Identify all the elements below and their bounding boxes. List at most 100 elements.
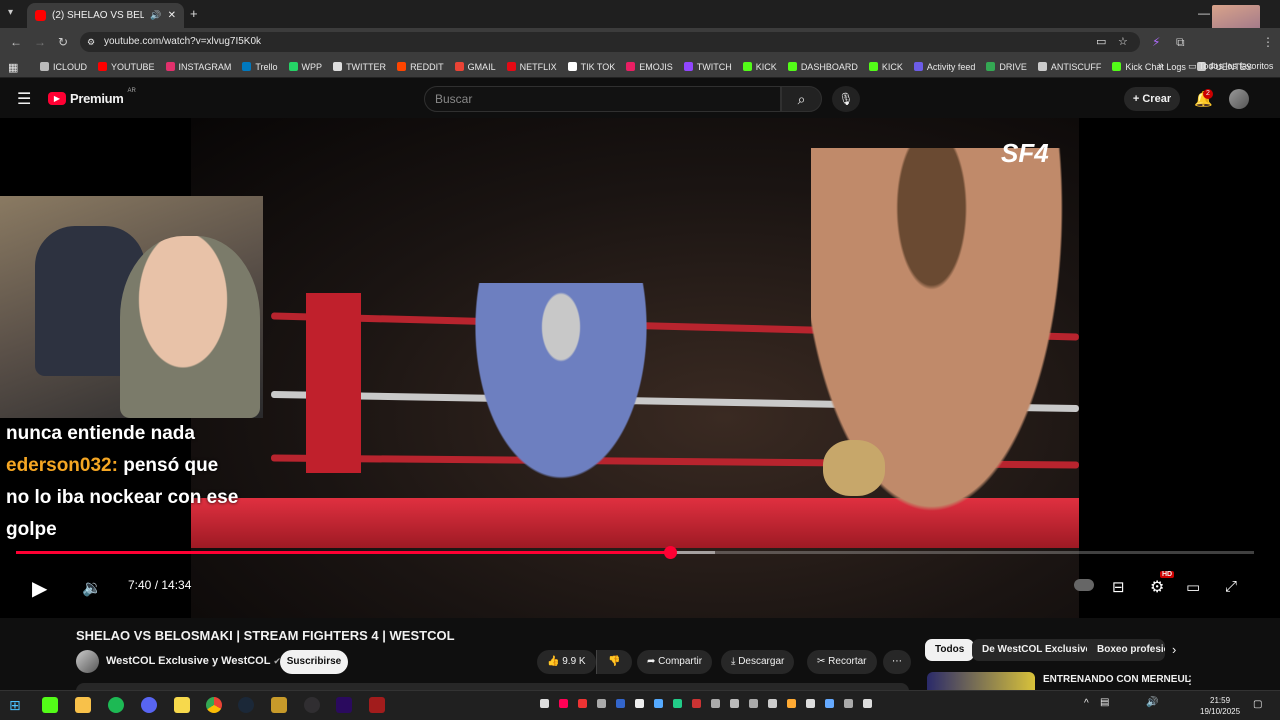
play-icon[interactable]: ▶	[32, 576, 47, 601]
voice-search-button[interactable]: 🎙	[832, 86, 860, 112]
channel-name[interactable]: WestCOL Exclusive y WestCOL ✔	[106, 655, 281, 667]
tray-app-icon[interactable]	[749, 699, 758, 708]
install-icon[interactable]: ▭	[1096, 32, 1106, 52]
tray-app-icon[interactable]	[768, 699, 777, 708]
taskbar-clock[interactable]: 21:59 19/10/2025	[1200, 695, 1240, 717]
progress-bar[interactable]	[16, 551, 1254, 554]
tray-app-icon[interactable]	[578, 699, 587, 708]
video-player[interactable]: SF4 nunca entiende nada ederson032: pensó…	[0, 118, 1280, 618]
tray-app-icon[interactable]	[806, 699, 815, 708]
tray-app-icon[interactable]	[597, 699, 606, 708]
theater-mode-icon[interactable]: ▭	[1186, 578, 1200, 596]
chrome-icon[interactable]	[206, 697, 222, 713]
tray-app-icon[interactable]	[616, 699, 625, 708]
tray-app-icon[interactable]	[787, 699, 796, 708]
bookmark-item[interactable]: YOUTUBE	[98, 62, 155, 72]
minimize-icon[interactable]: —	[1198, 6, 1210, 20]
file-explorer-icon[interactable]	[75, 697, 91, 713]
search-input[interactable]: Buscar	[424, 86, 781, 112]
download-button[interactable]: ⤓ Descargar	[721, 650, 795, 674]
bookmark-item[interactable]: GMAIL	[454, 62, 496, 72]
tray-app-icon[interactable]	[711, 699, 720, 708]
bookmarks-overflow-icon[interactable]: »	[1158, 60, 1164, 71]
tray-app-icon[interactable]	[673, 699, 682, 708]
search-button[interactable]: ⌕	[781, 86, 822, 112]
bookmark-item[interactable]: TWITCH	[683, 62, 732, 72]
bookmark-item[interactable]: INSTAGRAM	[165, 62, 231, 72]
tab-close-icon[interactable]: ✕	[168, 10, 176, 21]
chips-next-icon[interactable]: ›	[1172, 642, 1176, 657]
fullscreen-icon[interactable]: ⤢	[1225, 578, 1237, 595]
tray-overflow-icon[interactable]: ^	[1084, 698, 1089, 709]
tray-app-icon[interactable]	[825, 699, 834, 708]
obs-icon[interactable]	[304, 697, 320, 713]
steam-icon[interactable]	[238, 697, 254, 713]
all-bookmarks-button[interactable]: ▭ Todos los favoritos	[1188, 61, 1273, 72]
discord-icon[interactable]	[141, 697, 157, 713]
extensions-puzzle-icon[interactable]: ⧉	[1176, 35, 1185, 50]
youtube-logo[interactable]: ▶ Premium AR	[48, 88, 136, 106]
tab-search-icon[interactable]: ▾	[8, 7, 13, 18]
bookmark-item[interactable]: REDDIT	[397, 62, 444, 72]
app-icon[interactable]	[271, 697, 287, 713]
hamburger-menu-icon[interactable]: ☰	[17, 89, 31, 109]
dislike-button[interactable]: 👎	[596, 650, 632, 674]
reload-icon[interactable]: ↻	[58, 35, 68, 49]
bookmark-item[interactable]: NETFLIX	[506, 62, 557, 72]
address-bar[interactable]: ⚙ youtube.com/watch?v=xlvug7I5K0k ▭ ☆	[80, 32, 1140, 52]
tray-app-icon[interactable]	[692, 699, 701, 708]
premiere-icon[interactable]	[336, 697, 352, 713]
share-button[interactable]: ➦ Compartir	[637, 650, 713, 674]
chip-de-westcol[interactable]: De WestCOL Exclusive	[972, 639, 1102, 661]
bookmark-item[interactable]: EMOJIS	[626, 62, 673, 72]
more-actions-button[interactable]: ⋯	[883, 650, 911, 674]
tray-app-icon[interactable]	[540, 699, 549, 708]
apps-grid-icon[interactable]: ▦	[8, 61, 18, 74]
bookmark-item[interactable]: DASHBOARD	[787, 62, 858, 72]
bookmark-item[interactable]: Activity feed	[913, 62, 975, 72]
tray-app-icon[interactable]	[844, 699, 853, 708]
like-button[interactable]: 👍 9.9 K	[537, 650, 596, 674]
notification-center-icon[interactable]: ▢	[1253, 699, 1262, 710]
bookmark-item[interactable]: ICLOUD	[40, 62, 87, 72]
sidebar-video-title[interactable]: ENTRENANDO CON MERNEUL	[1043, 674, 1191, 685]
bookmark-item[interactable]: TWITTER	[333, 62, 386, 72]
tab-audio-icon[interactable]: 🔊	[150, 10, 161, 21]
kick-app-icon[interactable]	[42, 697, 58, 713]
subscribe-button[interactable]: Suscribirse	[280, 650, 348, 674]
progress-scrubber[interactable]	[663, 546, 677, 559]
bookmark-star-icon[interactable]: ☆	[1118, 32, 1128, 52]
chip-todos[interactable]: Todos	[925, 639, 975, 661]
menu-dots-icon[interactable]: ⋮	[1262, 35, 1274, 49]
bookmark-item[interactable]: Trello	[242, 62, 278, 72]
bookmark-item[interactable]: Kick Chat Logs	[1112, 62, 1186, 72]
tray-app-icon[interactable]	[654, 699, 663, 708]
create-button[interactable]: + Crear	[1124, 87, 1180, 111]
bookmark-item[interactable]: KICK	[868, 62, 903, 72]
new-tab-icon[interactable]: +	[190, 6, 198, 21]
clip-button[interactable]: ✂ Recortar	[807, 650, 877, 674]
sidebar-more-icon[interactable]: ⋮	[1184, 673, 1196, 687]
forward-icon[interactable]: →	[34, 35, 46, 49]
bookmark-item[interactable]: TIK TOK	[567, 62, 615, 72]
sidebar-thumbnail[interactable]	[927, 672, 1035, 690]
bookmark-item[interactable]: KICK	[742, 62, 777, 72]
tray-app-icon[interactable]	[863, 699, 872, 708]
bookmark-item[interactable]: DRIVE	[986, 62, 1027, 72]
extension-icon[interactable]: ⚡	[1152, 35, 1160, 49]
subtitles-icon[interactable]: ⊟	[1112, 578, 1125, 596]
tray-app-icon[interactable]	[730, 699, 739, 708]
bookmark-item[interactable]: WPP	[288, 62, 322, 72]
wifi-icon[interactable]: ▤	[1100, 697, 1109, 708]
bookmark-item[interactable]: ANTISCUFF	[1037, 62, 1101, 72]
chip-boxeo[interactable]: Boxeo profesio	[1087, 639, 1165, 661]
tray-app-icon[interactable]	[635, 699, 644, 708]
speaker-icon[interactable]: 🔊	[1146, 697, 1158, 708]
windows-start-icon[interactable]: ⊞	[9, 697, 21, 714]
voice-meeter-icon[interactable]	[369, 697, 385, 713]
volume-icon[interactable]: 🔉	[82, 578, 102, 598]
back-icon[interactable]: ←	[10, 35, 22, 49]
tray-app-icon[interactable]	[559, 699, 568, 708]
account-avatar[interactable]	[1229, 89, 1249, 109]
site-info-icon[interactable]: ⚙	[87, 32, 95, 52]
